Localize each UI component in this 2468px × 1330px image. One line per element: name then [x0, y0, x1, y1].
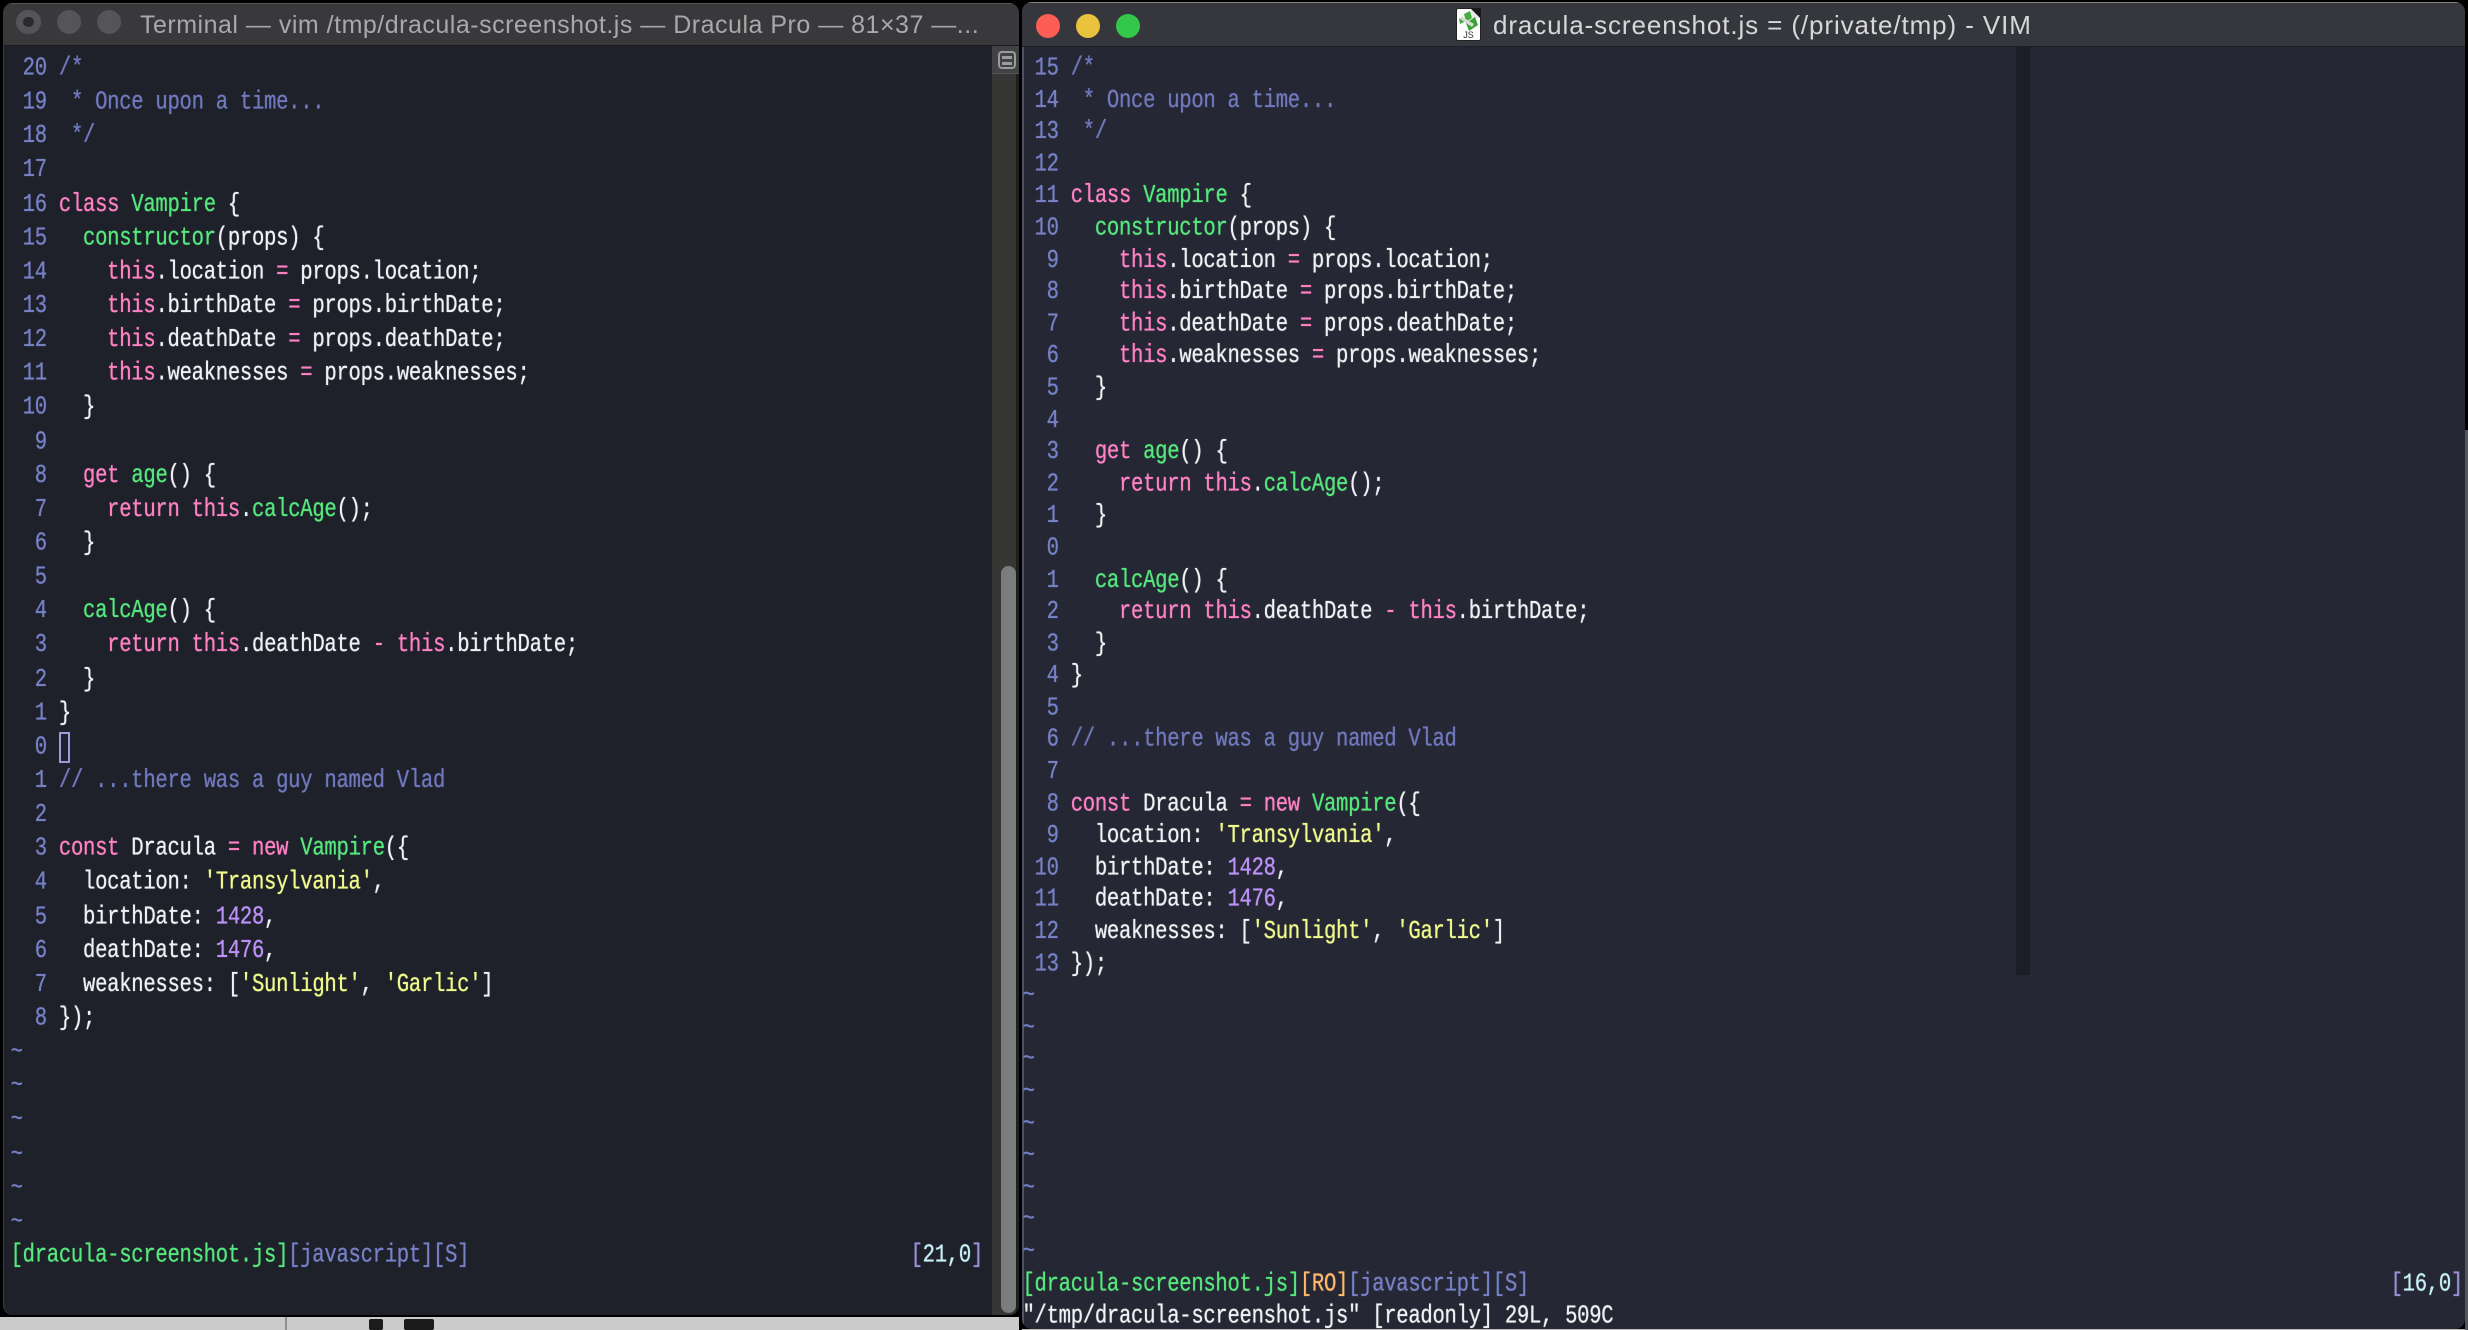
svg-text:JS: JS — [1463, 30, 1474, 40]
